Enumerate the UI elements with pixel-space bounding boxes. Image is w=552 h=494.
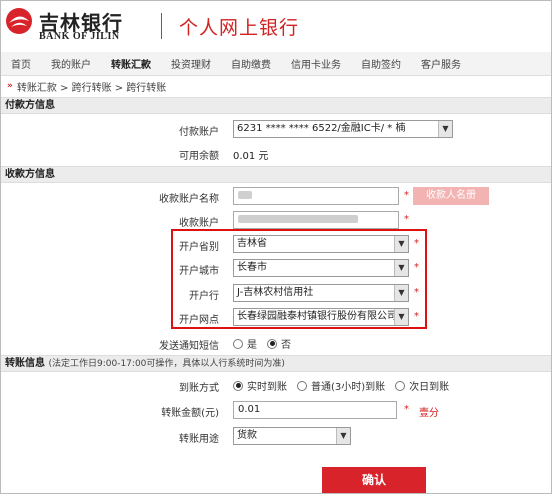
- payee-name-label: 收款账户名称: [159, 194, 219, 205]
- balance-value: 0.01 元: [233, 151, 269, 162]
- payer-account-select[interactable]: 6231 **** **** 6522/金融IC卡/ * 楠 ▼: [233, 120, 453, 138]
- radio-button[interactable]: [395, 380, 406, 391]
- nav-item-transfer[interactable]: 转账汇款: [101, 56, 161, 71]
- mode-label: 到账方式: [179, 383, 219, 394]
- payee-list-button[interactable]: 收款人名册: [413, 187, 489, 205]
- payer-section-header: 付款方信息: [1, 97, 551, 114]
- transfer-section-header: 转账信息 (法定工作日9:00-17:00可操作，具体以人行系统时间为准): [1, 355, 551, 372]
- required-mark: *: [404, 404, 409, 415]
- mode-row: 到账方式 实时到账 普通(3小时)到账 次日到账: [1, 373, 551, 397]
- bank-logo-icon: [6, 8, 32, 34]
- mode-nextday-option[interactable]: 次日到账: [395, 378, 449, 393]
- payee-name-input[interactable]: [233, 187, 399, 205]
- breadcrumb: » 转账汇款 > 跨行转账 > 跨行转账: [1, 77, 551, 95]
- amount-in-words: 壹分: [419, 408, 439, 419]
- main-nav: 首页 我的账户 转账汇款 投资理财 自助缴费 信用卡业务 自助签约 客户服务: [1, 52, 551, 76]
- purpose-label: 转账用途: [179, 434, 219, 445]
- radio-button[interactable]: [233, 338, 243, 349]
- sms-no-label: 否: [281, 340, 291, 351]
- sms-row: 发送通知短信 是 否: [1, 331, 551, 355]
- page-header: 吉林银行 BANK OF JILIN 个人网上银行: [1, 1, 551, 51]
- balance-label: 可用余额: [179, 151, 219, 162]
- required-mark: *: [404, 190, 409, 201]
- nav-item-accounts[interactable]: 我的账户: [41, 56, 101, 71]
- amount-row: 转账金额(元) 0.01 * 壹分: [1, 398, 551, 422]
- nav-item-payment[interactable]: 自助缴费: [221, 56, 281, 71]
- radio-button-selected[interactable]: [233, 380, 243, 391]
- sms-yes-label: 是: [247, 340, 257, 351]
- payer-account-value: 6231 **** **** 6522/金融IC卡/ * 楠: [237, 123, 406, 134]
- double-chevron-icon: »: [7, 81, 13, 91]
- sms-no-option[interactable]: 否: [267, 336, 291, 351]
- nav-item-investment[interactable]: 投资理财: [161, 56, 221, 71]
- breadcrumb-text: 转账汇款 > 跨行转账 > 跨行转账: [16, 82, 167, 94]
- chevron-down-icon: ▼: [438, 121, 452, 137]
- transfer-section-note: (法定工作日9:00-17:00可操作，具体以人行系统时间为准): [48, 359, 285, 369]
- mode-normal-option[interactable]: 普通(3小时)到账: [297, 378, 385, 393]
- sms-label: 发送通知短信: [159, 341, 219, 352]
- highlight-box: [171, 229, 427, 329]
- chevron-down-icon: ▼: [336, 428, 350, 444]
- payer-account-label: 付款账户: [179, 127, 219, 138]
- balance-row: 可用余额 0.01 元: [1, 141, 551, 165]
- mode-radio-group: 实时到账 普通(3小时)到账 次日到账: [233, 378, 459, 393]
- page-title: 个人网上银行: [179, 17, 300, 39]
- purpose-row: 转账用途 货款 ▼: [1, 424, 551, 448]
- nav-item-service[interactable]: 客户服务: [411, 56, 471, 71]
- header-divider: [161, 13, 162, 39]
- sms-yes-option[interactable]: 是: [233, 336, 257, 351]
- mode-realtime-option[interactable]: 实时到账: [233, 378, 287, 393]
- nav-item-credit-card[interactable]: 信用卡业务: [281, 56, 351, 71]
- payee-name-row: 收款账户名称 * 收款人名册: [1, 184, 551, 208]
- sms-radio-group: 是 否: [233, 336, 301, 351]
- redacted-text: [238, 215, 358, 223]
- payer-account-row: 付款账户 6231 **** **** 6522/金融IC卡/ * 楠 ▼: [1, 117, 551, 141]
- mode-normal-label: 普通(3小时)到账: [311, 382, 386, 393]
- confirm-button[interactable]: 确认: [322, 467, 426, 493]
- transfer-section-title: 转账信息: [5, 358, 45, 369]
- amount-input[interactable]: 0.01: [233, 401, 397, 419]
- mode-nextday-label: 次日到账: [409, 382, 450, 393]
- purpose-value: 货款: [237, 430, 257, 441]
- radio-button-selected[interactable]: [267, 338, 277, 349]
- mode-realtime-label: 实时到账: [247, 382, 287, 393]
- payee-account-label: 收款账户: [179, 218, 219, 229]
- nav-item-home[interactable]: 首页: [1, 56, 41, 71]
- bank-name-en: BANK OF JILIN: [39, 31, 120, 42]
- payee-section-header: 收款方信息: [1, 166, 551, 183]
- nav-item-signing[interactable]: 自助签约: [351, 56, 411, 71]
- purpose-select[interactable]: 货款 ▼: [233, 427, 351, 445]
- payee-account-input[interactable]: [233, 211, 399, 229]
- radio-button[interactable]: [297, 380, 307, 391]
- amount-value: 0.01: [238, 404, 261, 415]
- required-mark: *: [404, 214, 409, 225]
- amount-label: 转账金额(元): [161, 408, 219, 419]
- redacted-text: [238, 191, 252, 199]
